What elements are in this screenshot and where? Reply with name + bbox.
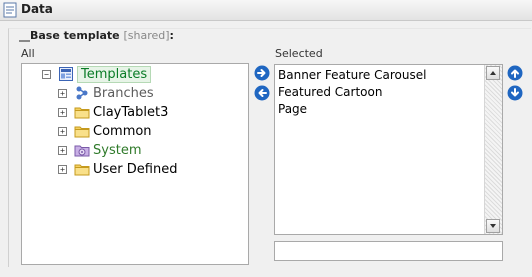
system-icon: [74, 145, 90, 157]
filter-input[interactable]: [274, 241, 503, 261]
list-scrollbar[interactable]: [484, 65, 502, 234]
all-label: All: [21, 47, 35, 60]
scroll-down-button[interactable]: [486, 219, 500, 233]
arrow-up-icon: [490, 71, 496, 75]
panel-title: Data: [21, 2, 53, 16]
tree-item-label[interactable]: Templates: [77, 65, 152, 83]
panel-header: Data: [0, 0, 532, 21]
tree-item-label[interactable]: User Defined: [93, 162, 177, 177]
tree-item-user-defined[interactable]: + User Defined: [58, 160, 177, 178]
folder-icon: [74, 164, 90, 176]
expand-icon[interactable]: +: [58, 145, 67, 155]
add-arrow-icon[interactable]: [254, 65, 270, 81]
tree-item-label[interactable]: Branches: [93, 86, 154, 101]
move-down-icon[interactable]: [507, 85, 523, 101]
template-tree[interactable]: − Templates + Branches + ClayTablet3 + C…: [21, 63, 249, 265]
expand-icon[interactable]: +: [58, 107, 67, 117]
selected-label: Selected: [275, 47, 323, 60]
move-up-icon[interactable]: [507, 65, 523, 81]
field-name: __Base template: [19, 29, 120, 42]
tree-item-label[interactable]: System: [93, 143, 141, 158]
field-colon: :: [169, 29, 174, 42]
field-label: __Base template [shared]:: [19, 29, 174, 42]
remove-arrow-icon[interactable]: [254, 85, 270, 101]
tree-item-branches[interactable]: + Branches: [58, 84, 154, 102]
folder-icon: [74, 126, 90, 138]
tree-item-label[interactable]: ClayTablet3: [93, 105, 168, 120]
tree-item-common[interactable]: + Common: [58, 122, 152, 140]
list-item[interactable]: Page: [278, 102, 307, 116]
collapse-icon[interactable]: −: [42, 69, 51, 79]
scroll-up-button[interactable]: [486, 66, 500, 80]
expand-icon[interactable]: +: [58, 164, 67, 174]
tree-item-system[interactable]: + System: [58, 141, 141, 159]
branches-icon: [76, 86, 88, 100]
list-item[interactable]: Banner Feature Carousel: [278, 68, 426, 82]
selected-list[interactable]: Banner Feature Carousel Featured Cartoon…: [274, 64, 503, 235]
document-icon: [3, 2, 17, 18]
arrow-down-icon: [490, 224, 496, 228]
expand-icon[interactable]: +: [58, 88, 67, 98]
tree-item-label[interactable]: Common: [93, 124, 152, 139]
shared-tag: [shared]: [123, 29, 170, 42]
templates-icon: [59, 67, 73, 81]
folder-icon: [74, 107, 90, 119]
expand-icon[interactable]: +: [58, 126, 67, 136]
list-item[interactable]: Featured Cartoon: [278, 85, 382, 99]
tree-item-claytablet3[interactable]: + ClayTablet3: [58, 103, 168, 121]
tree-item-templates[interactable]: − Templates: [42, 65, 152, 83]
